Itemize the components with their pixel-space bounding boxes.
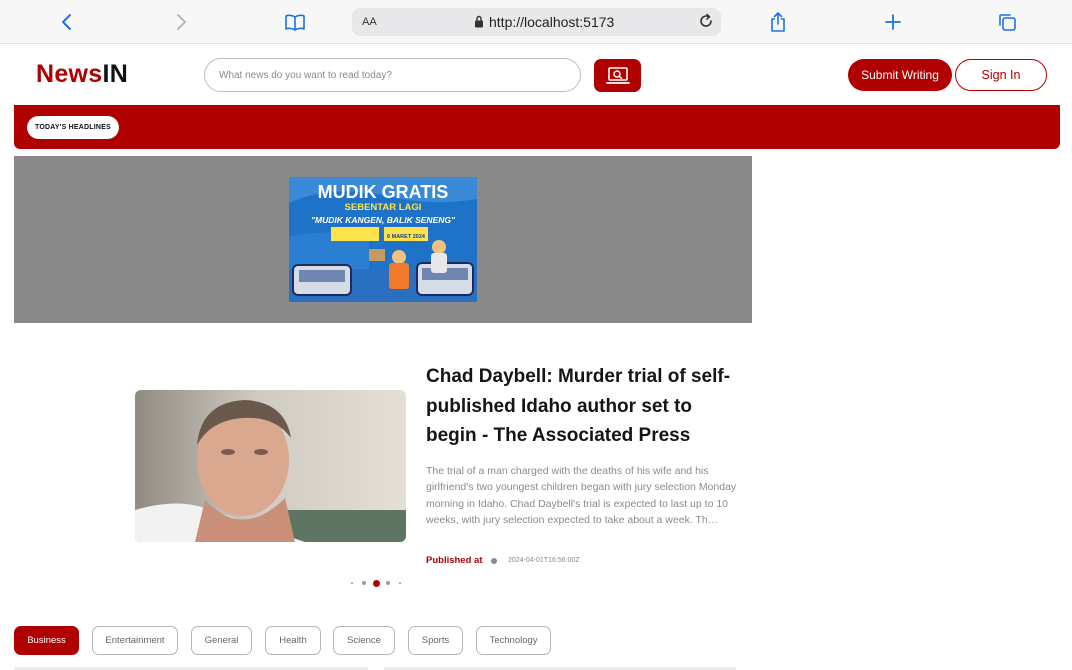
- carousel-dot[interactable]: [350, 581, 354, 585]
- lock-icon: [474, 15, 484, 33]
- featured-article-image[interactable]: [135, 390, 406, 542]
- search-input[interactable]: [204, 58, 581, 92]
- site-logo[interactable]: NewsIN: [36, 60, 128, 89]
- forward-icon[interactable]: [169, 10, 193, 34]
- ad-text-sebentar-lagi: SEBENTAR LAGI: [345, 202, 422, 213]
- todays-headlines-badge[interactable]: TODAY'S HEADLINES: [27, 116, 119, 139]
- category-tab-general[interactable]: General: [191, 626, 252, 655]
- text-size-button[interactable]: AA: [362, 16, 377, 28]
- carousel-indicators[interactable]: [349, 578, 403, 588]
- bookmarks-icon[interactable]: [283, 10, 307, 34]
- featured-article-title[interactable]: Chad Daybell: Murder trial of self-publi…: [426, 362, 738, 451]
- tabs-overview-icon[interactable]: [995, 10, 1019, 34]
- logo-text-in: IN: [102, 60, 129, 88]
- submit-writing-button[interactable]: Submit Writing: [848, 59, 952, 91]
- headlines-bar: TODAY'S HEADLINES: [14, 105, 1060, 149]
- category-tab-business[interactable]: Business: [14, 626, 79, 655]
- search-button[interactable]: [594, 59, 641, 92]
- category-tab-sports[interactable]: Sports: [408, 626, 463, 655]
- ad-text-slogan: "MUDIK KANGEN, BALIK SENENG": [311, 215, 456, 225]
- share-icon[interactable]: [766, 10, 790, 34]
- category-tab-technology[interactable]: Technology: [476, 626, 551, 655]
- published-label: Published at: [426, 555, 483, 566]
- carousel-dot[interactable]: [362, 581, 366, 585]
- published-separator-dot: [491, 558, 497, 564]
- back-icon[interactable]: [55, 10, 79, 34]
- search-laptop-icon: [605, 66, 630, 84]
- carousel-dot[interactable]: [398, 581, 402, 585]
- url-text: http://localhost:5173: [489, 14, 615, 30]
- category-tab-health[interactable]: Health: [265, 626, 321, 655]
- reload-icon[interactable]: [697, 12, 715, 35]
- category-tab-science[interactable]: Science: [333, 626, 395, 655]
- sign-in-button[interactable]: Sign In: [955, 59, 1047, 91]
- new-tab-icon[interactable]: [881, 10, 905, 34]
- category-tab-entertainment[interactable]: Entertainment: [92, 626, 178, 655]
- published-date: 2024-04-01T16:56:00Z: [508, 557, 580, 564]
- ad-banner-image[interactable]: MUDIK GRATIS SEBENTAR LAGI "MUDIK KANGEN…: [289, 177, 477, 302]
- carousel-dot[interactable]: [372, 579, 380, 587]
- ad-banner-area: MUDIK GRATIS SEBENTAR LAGI "MUDIK KANGEN…: [14, 156, 752, 323]
- browser-toolbar: AA http://localhost:5173: [0, 0, 1072, 44]
- ad-text-mudik-gratis: MUDIK GRATIS: [318, 182, 449, 202]
- logo-text-news: News: [36, 60, 103, 88]
- address-bar[interactable]: AA http://localhost:5173: [352, 8, 721, 36]
- ad-text-date: 6 MARET 2024: [387, 234, 426, 240]
- featured-article-description: The trial of a man charged with the deat…: [426, 465, 737, 527]
- carousel-dot[interactable]: [386, 581, 390, 585]
